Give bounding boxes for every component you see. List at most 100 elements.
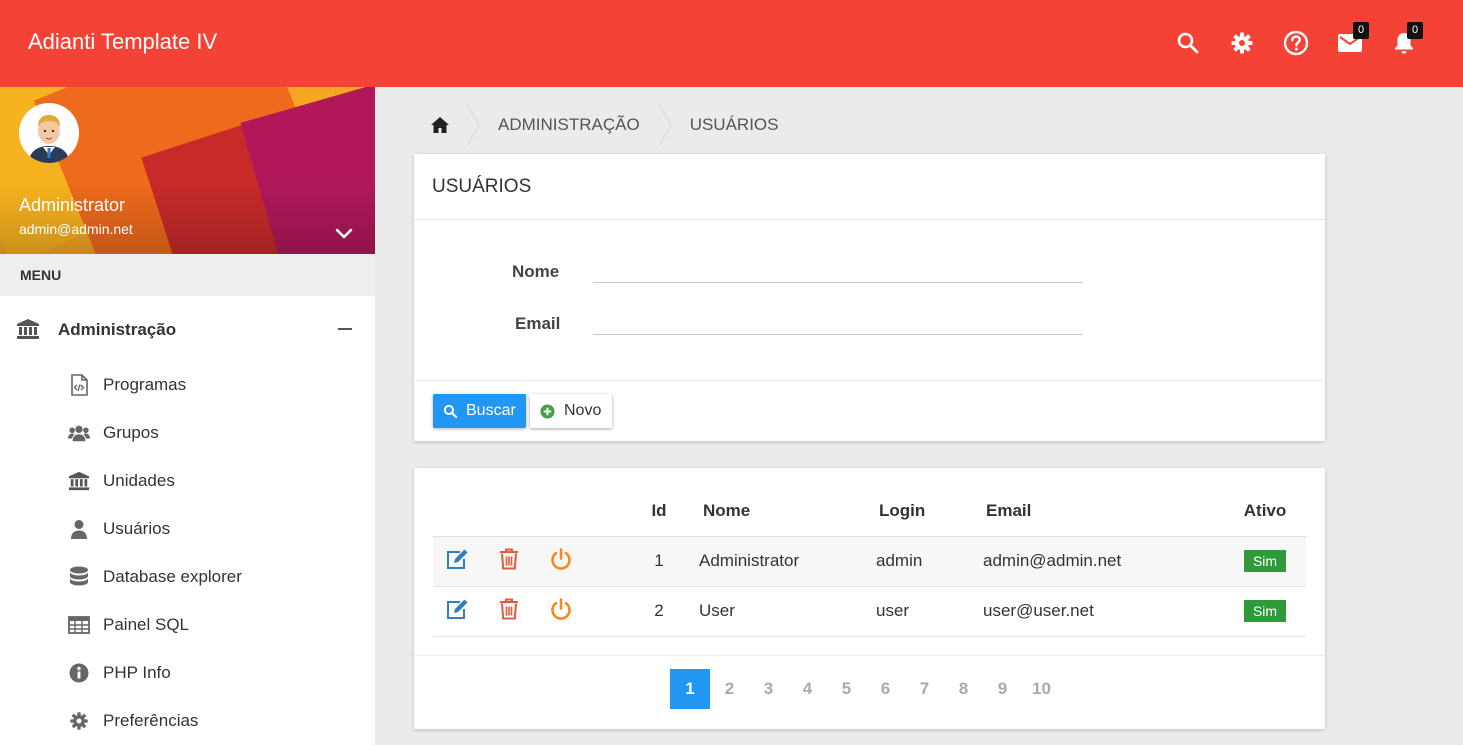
search-button[interactable]: Buscar xyxy=(433,394,526,428)
sidebar-item-database-explorer[interactable]: Database explorer xyxy=(0,554,375,602)
profile-email: admin@admin.net xyxy=(19,221,133,237)
database-icon xyxy=(68,566,90,588)
nome-label: Nome xyxy=(512,262,560,281)
edit-icon[interactable] xyxy=(445,548,469,570)
panel-title: USUÁRIOS xyxy=(414,154,1325,220)
menu-group-label: Administração xyxy=(58,320,177,339)
sidebar-item-programas[interactable]: Programas xyxy=(0,362,375,410)
sidebar-item-painel-sql[interactable]: Painel SQL xyxy=(0,602,375,650)
column-header-login[interactable]: Login xyxy=(876,486,983,537)
profile-name: Administrator xyxy=(19,195,126,215)
divider xyxy=(414,655,1325,656)
status-badge: Sim xyxy=(1243,550,1287,572)
page-7[interactable]: 7 xyxy=(905,669,944,709)
mail-icon[interactable]: 0 xyxy=(1337,22,1369,56)
status-badge: Sim xyxy=(1243,600,1287,622)
sidebar-item-label: Database explorer xyxy=(103,567,242,586)
notification-count-badge: 0 xyxy=(1407,22,1423,39)
app-title: Adianti Template IV xyxy=(28,29,218,54)
breadcrumb-separator xyxy=(466,104,480,146)
trash-icon[interactable] xyxy=(499,548,519,570)
new-button-label: Novo xyxy=(564,402,602,419)
collapse-icon[interactable] xyxy=(338,328,352,330)
power-icon[interactable] xyxy=(550,597,572,620)
pagination: 1 2 3 4 5 6 7 8 9 10 xyxy=(670,669,1061,709)
plus-circle-icon xyxy=(540,403,555,419)
gear-icon xyxy=(68,710,90,732)
breadcrumb-item-usuarios[interactable]: USUÁRIOS xyxy=(672,115,797,135)
code-file-icon xyxy=(68,374,90,396)
email-label: Email xyxy=(515,314,561,333)
cell-login: user xyxy=(876,586,983,637)
sidebar-item-usuarios[interactable]: Usuários xyxy=(0,506,375,554)
table-icon xyxy=(68,614,90,636)
top-bar: Adianti Template IV 0 0 xyxy=(0,0,1463,87)
profile-header: Administrator admin@admin.net xyxy=(0,87,375,254)
gear-icon[interactable] xyxy=(1229,30,1255,56)
menu-group-administracao[interactable]: Administração xyxy=(0,296,375,362)
users-grid-panel: Id Nome Login Email Ativo 1 Administrato… xyxy=(414,468,1325,729)
chevron-down-icon[interactable] xyxy=(333,223,355,245)
breadcrumb: ADMINISTRAÇÃO USUÁRIOS xyxy=(414,104,796,146)
users-icon xyxy=(68,422,90,444)
help-icon[interactable] xyxy=(1283,30,1309,56)
sidebar-item-preferencias[interactable]: Preferências xyxy=(0,698,375,745)
sidebar-item-label: PHP Info xyxy=(103,663,171,682)
sidebar-item-php-info[interactable]: PHP Info xyxy=(0,650,375,698)
sidebar-item-grupos[interactable]: Grupos xyxy=(0,410,375,458)
cell-nome: User xyxy=(695,586,876,637)
cell-email: admin@admin.net xyxy=(983,536,1224,587)
sidebar-item-unidades[interactable]: Unidades xyxy=(0,458,375,506)
menu-header: MENU xyxy=(0,254,375,296)
bell-icon[interactable]: 0 xyxy=(1391,22,1423,56)
cell-id: 2 xyxy=(623,586,695,637)
users-table: Id Nome Login Email Ativo 1 Administrato… xyxy=(433,486,1306,637)
column-header-id[interactable]: Id xyxy=(623,486,695,537)
search-icon xyxy=(443,404,458,418)
bank-icon xyxy=(16,318,40,345)
trash-icon[interactable] xyxy=(499,598,519,620)
sidebar-item-label: Painel SQL xyxy=(103,615,189,634)
column-header-ativo[interactable]: Ativo xyxy=(1224,486,1306,537)
page-5[interactable]: 5 xyxy=(827,669,866,709)
column-header-email[interactable]: Email xyxy=(983,486,1224,537)
sidebar-item-label: Programas xyxy=(103,375,187,394)
page-4[interactable]: 4 xyxy=(788,669,827,709)
page-2[interactable]: 2 xyxy=(710,669,749,709)
sidebar-item-label: Usuários xyxy=(103,519,171,538)
page-9[interactable]: 9 xyxy=(983,669,1022,709)
home-icon[interactable] xyxy=(414,104,466,146)
page-1[interactable]: 1 xyxy=(670,669,710,709)
search-icon[interactable] xyxy=(1175,30,1201,56)
sidebar-item-label: Unidades xyxy=(103,471,175,490)
mail-count-badge: 0 xyxy=(1353,22,1369,39)
cell-id: 1 xyxy=(623,536,695,587)
sidebar: Administrator admin@admin.net MENU Admin… xyxy=(0,87,375,745)
table-row: 2 User user user@user.net Sim xyxy=(433,586,1306,637)
cell-nome: Administrator xyxy=(695,536,876,587)
new-button[interactable]: Novo xyxy=(530,394,612,428)
avatar xyxy=(19,103,79,163)
breadcrumb-item-administracao[interactable]: ADMINISTRAÇÃO xyxy=(480,115,658,135)
cell-login: admin xyxy=(876,536,983,587)
edit-icon[interactable] xyxy=(445,598,469,620)
page-6[interactable]: 6 xyxy=(866,669,905,709)
form-actions: Buscar Novo xyxy=(414,380,1325,441)
page-3[interactable]: 3 xyxy=(749,669,788,709)
power-icon[interactable] xyxy=(550,547,572,570)
sidebar-item-label: Preferências xyxy=(103,711,199,730)
email-input[interactable] xyxy=(593,309,1083,335)
page-10[interactable]: 10 xyxy=(1022,669,1061,709)
table-row: 1 Administrator admin admin@admin.net Si… xyxy=(433,536,1306,587)
nome-input[interactable] xyxy=(593,257,1083,283)
sidebar-item-label: Grupos xyxy=(103,423,159,442)
page-8[interactable]: 8 xyxy=(944,669,983,709)
table-header-row: Id Nome Login Email Ativo xyxy=(433,486,1306,537)
bank-icon xyxy=(68,470,90,492)
search-button-label: Buscar xyxy=(466,402,516,419)
search-form-panel: USUÁRIOS Nome Email Buscar Novo xyxy=(414,154,1325,441)
info-icon xyxy=(68,662,90,684)
column-header-nome[interactable]: Nome xyxy=(695,486,876,537)
cell-email: user@user.net xyxy=(983,586,1224,637)
breadcrumb-separator xyxy=(658,104,672,146)
